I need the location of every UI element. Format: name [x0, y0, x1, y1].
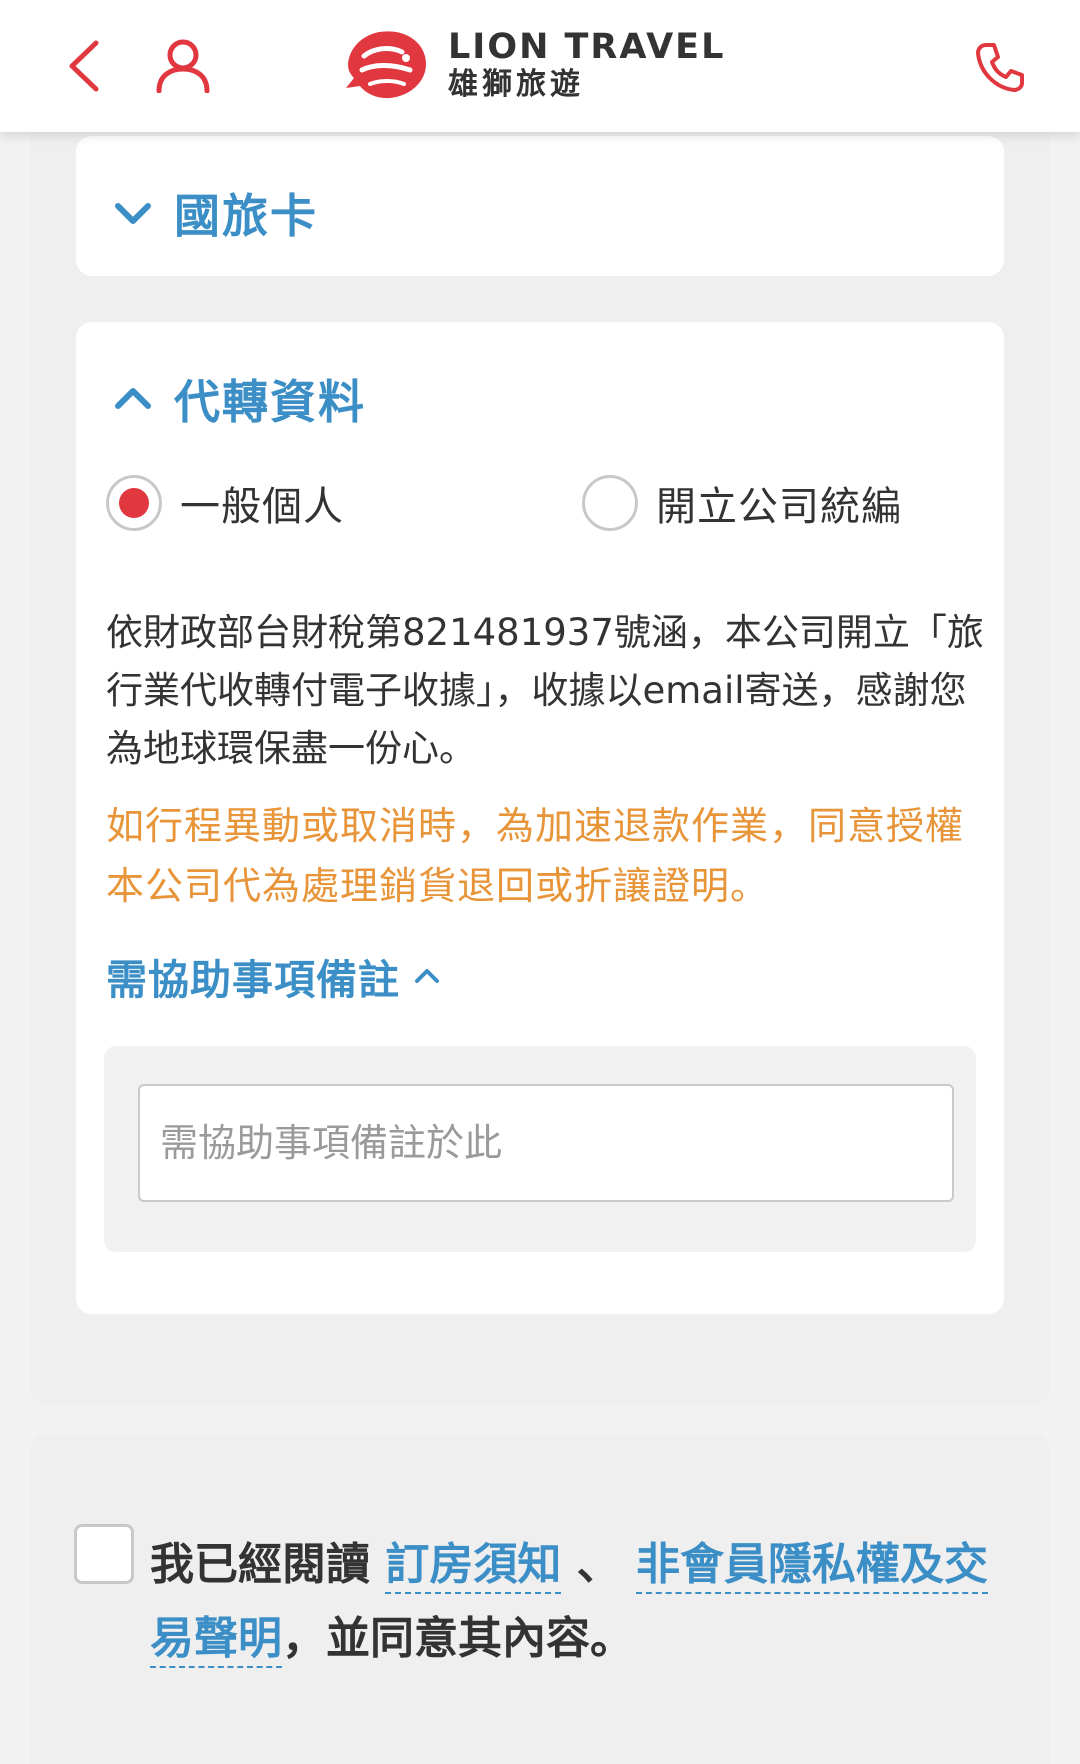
assist-notes-input[interactable] [138, 1084, 954, 1202]
radio-company-label: 開立公司統編 [656, 484, 902, 530]
travel-card-toggle[interactable]: 國旅卡 [112, 180, 318, 246]
phone-icon [976, 43, 1024, 92]
agent-info-title: 代轉資料 [174, 375, 366, 429]
logo-english-text: LION TRAVEL [448, 27, 726, 67]
radio-individual[interactable]: 一般個人 [106, 474, 344, 532]
agent-info-toggle[interactable]: 代轉資料 [112, 366, 366, 432]
radio-company[interactable]: 開立公司統編 [582, 474, 902, 532]
radio-selected-dot [119, 488, 149, 518]
assist-notes-toggle[interactable]: 需協助事項備註 [106, 946, 442, 1006]
user-button[interactable] [150, 36, 216, 96]
assist-notes-box [104, 1046, 976, 1252]
travel-card-title: 國旅卡 [174, 189, 318, 243]
agreement-text: 我已經閱讀 訂房須知 、 非會員隱私權及交易聲明，並同意其內容。 [150, 1528, 990, 1676]
phone-button[interactable] [964, 36, 1036, 98]
chevron-up-icon [415, 969, 439, 983]
chevron-left-icon [69, 40, 99, 92]
lion-travel-logo[interactable]: LION TRAVEL 雄獅旅遊 [340, 24, 740, 106]
user-icon [156, 39, 210, 93]
radio-company-circle[interactable] [582, 475, 638, 531]
assist-notes-title: 需協助事項備註 [106, 956, 400, 1004]
travel-card-section: 國旅卡 [76, 136, 1004, 276]
agreement-suffix: ，並同意其內容。 [282, 1613, 634, 1664]
top-header: LION TRAVEL 雄獅旅遊 [0, 0, 1080, 132]
agreement-separator: 、 [576, 1539, 621, 1590]
refund-notice: 如行程異動或取消時，為加速退款作業，同意授權本公司代為處理銷貨退回或折讓證明。 [106, 804, 965, 908]
chevron-up-icon [115, 388, 151, 409]
agreement-prefix: 我已經閱讀 [150, 1539, 370, 1590]
chevron-down-icon [115, 203, 151, 224]
logo-chinese-text: 雄獅旅遊 [448, 67, 584, 102]
receipt-description: 依財政部台財稅第821481937號涵，本公司開立「旅行業代收轉付電子收據」，收… [106, 611, 984, 770]
agree-checkbox[interactable] [74, 1524, 134, 1584]
lion-logo-icon [346, 31, 426, 99]
booking-notice-link[interactable]: 訂房須知 [385, 1539, 562, 1594]
back-button[interactable] [56, 36, 110, 96]
radio-individual-label: 一般個人 [180, 484, 344, 530]
radio-individual-circle[interactable] [106, 475, 162, 531]
